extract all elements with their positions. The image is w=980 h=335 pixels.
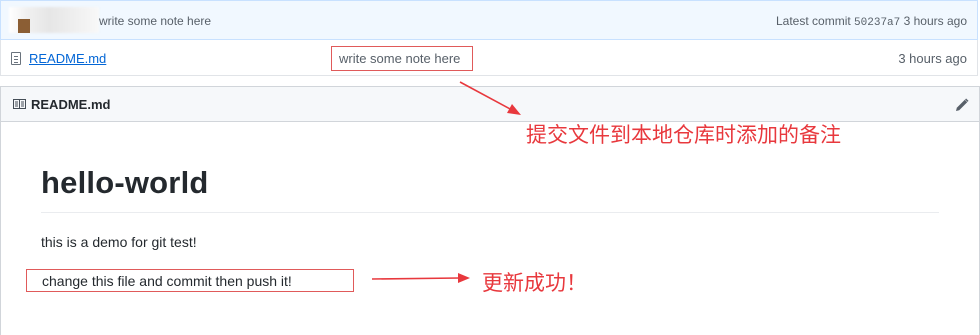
book-icon — [13, 99, 26, 109]
file-row: README.md write some note here 3 hours a… — [0, 40, 978, 76]
readme-body: hello-world this is a demo for git test!… — [0, 122, 980, 335]
commit-age: 3 hours ago — [903, 14, 967, 28]
readme-header: README.md — [0, 86, 980, 122]
latest-commit-info: Latest commit 50237a7 3 hours ago — [776, 14, 967, 29]
annotation-note: 更新成功！ — [482, 271, 587, 295]
file-age: 3 hours ago — [898, 51, 967, 66]
commit-sha-link[interactable]: 50237a7 — [854, 17, 900, 29]
annotation-note: 提交文件到本地仓库时添加的备注 — [526, 123, 841, 147]
file-commit-message[interactable]: write some note here — [339, 51, 460, 66]
commit-message[interactable]: write some note here — [99, 14, 211, 28]
file-icon — [11, 52, 21, 65]
readme-heading: hello-world — [41, 165, 209, 200]
file-link-readme[interactable]: README.md — [29, 51, 106, 66]
latest-commit-bar: write some note here Latest commit 50237… — [0, 0, 978, 40]
avatar-image — [18, 19, 30, 33]
readme-paragraph: change this file and commit then push it… — [42, 273, 292, 289]
latest-commit-label: Latest commit — [776, 14, 851, 28]
pencil-icon[interactable] — [955, 98, 969, 112]
readme-title: README.md — [31, 97, 111, 112]
readme-paragraph: this is a demo for git test! — [41, 234, 197, 250]
heading-divider — [41, 212, 939, 213]
